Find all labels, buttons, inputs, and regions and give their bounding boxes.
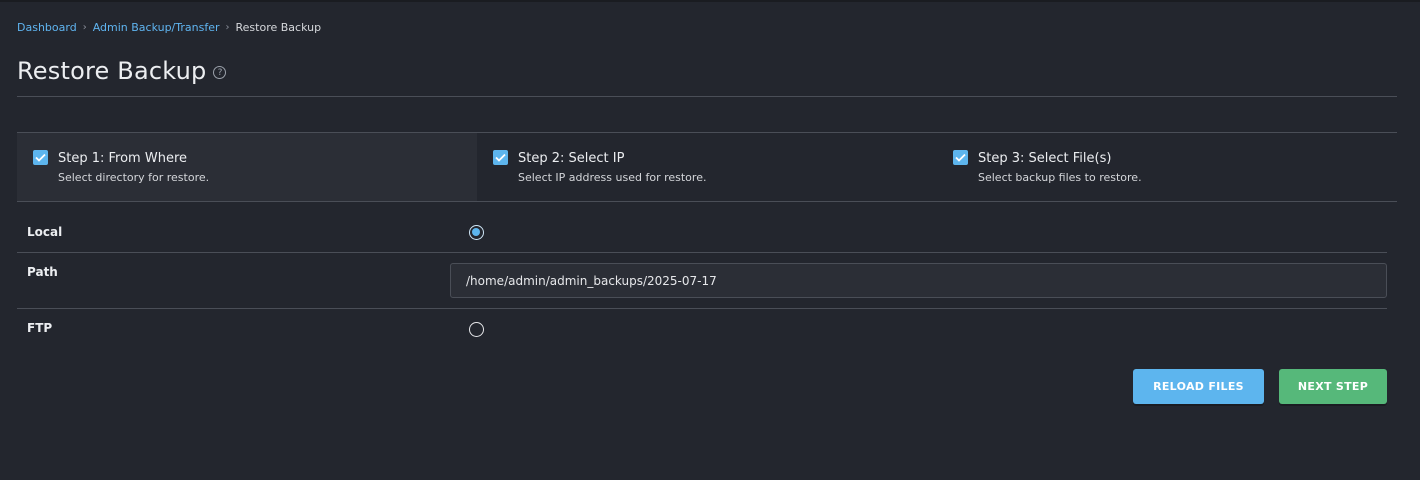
divider — [17, 96, 1397, 97]
path-input[interactable] — [450, 263, 1387, 298]
page-header: Restore Backup ? — [17, 57, 227, 85]
breadcrumb: Dashboard › Admin Backup/Transfer › Rest… — [17, 21, 321, 34]
step-title: Step 3: Select File(s) — [978, 151, 1112, 166]
divider — [17, 252, 1387, 253]
reload-files-button[interactable]: RELOAD FILES — [1133, 369, 1264, 404]
step-subtitle: Select backup files to restore. — [978, 171, 1142, 184]
step-from-where[interactable]: Step 1: From Where Select directory for … — [17, 133, 477, 201]
step-subtitle: Select IP address used for restore. — [518, 171, 707, 184]
breadcrumb-dashboard-link[interactable]: Dashboard — [17, 21, 77, 34]
step-title: Step 1: From Where — [58, 151, 188, 166]
path-label: Path — [27, 265, 58, 279]
ftp-radio[interactable] — [469, 322, 484, 337]
top-border — [0, 0, 1420, 2]
divider — [17, 308, 1387, 309]
page-title: Restore Backup — [17, 57, 207, 85]
step-title: Step 2: Select IP — [518, 151, 625, 166]
checkbox-checked-icon[interactable] — [953, 150, 968, 165]
wizard-steps: Step 1: From Where Select directory for … — [17, 133, 1397, 202]
breadcrumb-current: Restore Backup — [235, 21, 322, 34]
question-circle-icon[interactable]: ? — [213, 66, 227, 79]
chevron-right-icon: › — [82, 22, 87, 33]
local-label: Local — [27, 225, 63, 239]
checkbox-checked-icon[interactable] — [33, 150, 48, 165]
breadcrumb-admin-backup-link[interactable]: Admin Backup/Transfer — [93, 21, 220, 34]
step-subtitle: Select directory for restore. — [58, 171, 210, 184]
chevron-right-icon: › — [225, 22, 230, 33]
ftp-label: FTP — [27, 321, 53, 335]
checkbox-checked-icon[interactable] — [493, 150, 508, 165]
next-step-button[interactable]: NEXT STEP — [1279, 369, 1387, 404]
step-select-ip[interactable]: Step 2: Select IP Select IP address used… — [477, 133, 937, 201]
step-select-files[interactable]: Step 3: Select File(s) Select backup fil… — [937, 133, 1397, 201]
local-radio[interactable] — [469, 225, 484, 240]
